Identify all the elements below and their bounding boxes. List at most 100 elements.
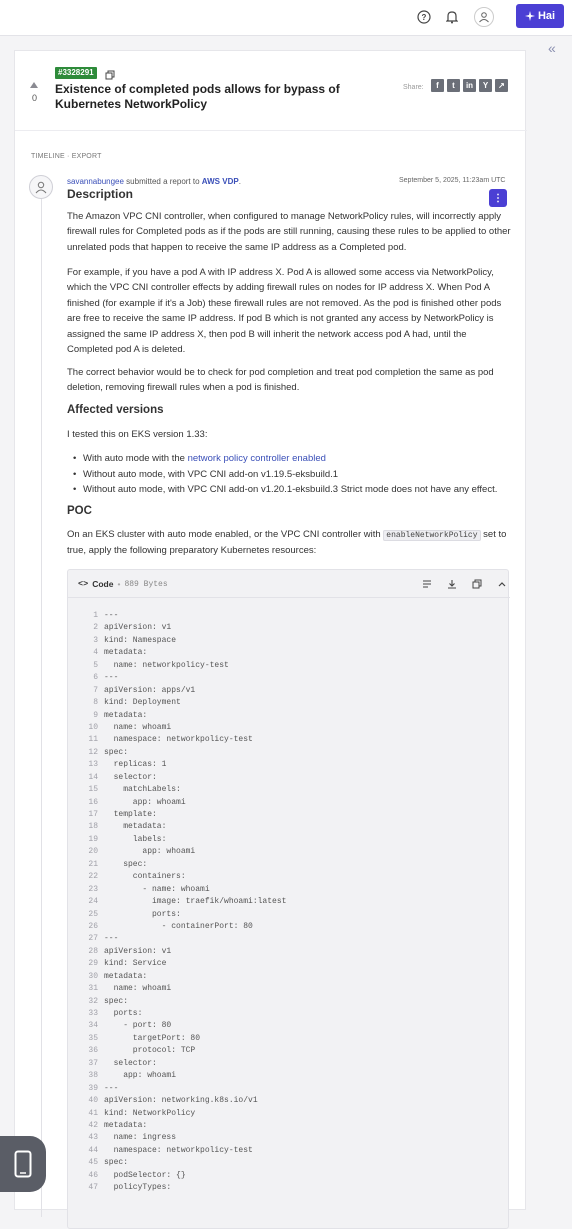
code-line-number: 17 xyxy=(88,810,98,819)
code-line-number: 2 xyxy=(93,623,98,633)
code-line-number: 19 xyxy=(88,834,98,844)
code-line: 2 apiVersion: v1 xyxy=(68,622,510,634)
code-line-text: apiVersion: v1 xyxy=(104,623,172,633)
code-line: 44 namespace: networkpolicy-test xyxy=(68,1145,510,1157)
code-line: 26 - containerPort: 80 xyxy=(68,921,510,933)
code-line-text: name: ingress xyxy=(104,1133,177,1143)
collapse-sidebar-icon[interactable]: « xyxy=(548,40,556,56)
code-line-number: 7 xyxy=(93,685,98,695)
code-line-number: 29 xyxy=(88,959,98,969)
copy-icon[interactable] xyxy=(105,67,115,80)
list-item-text: With auto mode with the xyxy=(83,453,188,464)
author-link[interactable]: savannabungee xyxy=(67,177,124,186)
code-line: 18 metadata: xyxy=(68,821,510,833)
code-line: 37 selector: xyxy=(68,1058,510,1070)
code-label: Code xyxy=(92,579,114,589)
code-line-number: 47 xyxy=(88,1183,98,1193)
code-line-number: 46 xyxy=(88,1170,98,1180)
code-line-number: 21 xyxy=(88,859,98,869)
code-line-text: --- xyxy=(104,934,119,944)
code-line-number: 22 xyxy=(88,872,98,882)
svg-text:?: ? xyxy=(422,13,427,22)
more-options-button[interactable]: ⋮ xyxy=(489,189,507,207)
report-header: 0 #3328291 Existence of completed pods a… xyxy=(15,51,527,131)
code-line-number: 44 xyxy=(88,1145,98,1155)
code-line-text: --- xyxy=(104,673,119,683)
code-line-number: 3 xyxy=(93,635,98,645)
floating-tablet-button[interactable] xyxy=(0,1136,46,1192)
code-line-text: containers: xyxy=(104,872,186,882)
code-line-text: apiVersion: v1 xyxy=(104,946,172,956)
activity-summary: savannabungee submitted a report to AWS … xyxy=(67,177,241,186)
code-line: 41 kind: NetworkPolicy xyxy=(68,1108,510,1120)
collapse-icon[interactable] xyxy=(495,577,509,591)
tablet-icon xyxy=(14,1150,32,1178)
list-item: Without auto mode, with VPC CNI add-on v… xyxy=(73,482,513,498)
code-line-text: metadata: xyxy=(104,710,148,720)
code-line-number: 37 xyxy=(88,1058,98,1068)
code-line-text: - name: whoami xyxy=(104,884,210,894)
code-line: 32 spec: xyxy=(68,996,510,1008)
code-brackets-icon: <> xyxy=(78,579,89,589)
code-line-text: kind: Service xyxy=(104,959,167,969)
code-line-number: 40 xyxy=(88,1096,98,1106)
poc-text: On an EKS cluster with auto mode enabled… xyxy=(67,529,384,540)
code-line-number: 12 xyxy=(88,747,98,757)
code-line-number: 33 xyxy=(88,1009,98,1018)
code-separator: • xyxy=(117,579,121,589)
description-paragraph-3: The correct behavior would be to check f… xyxy=(67,367,494,394)
help-circle-icon[interactable]: ? xyxy=(414,7,434,27)
code-line-number: 39 xyxy=(88,1083,98,1093)
copy-icon[interactable] xyxy=(470,577,484,591)
code-line: 38 app: whoami xyxy=(68,1070,510,1082)
code-line-text: metadata: xyxy=(104,822,167,832)
code-line: 24 image: traefik/whoami:latest xyxy=(68,896,510,908)
code-line-text: template: xyxy=(104,810,157,819)
code-line: 30 metadata: xyxy=(68,971,510,983)
code-line-text: metadata: xyxy=(104,971,148,981)
twitter-share-icon[interactable]: t xyxy=(447,79,460,92)
code-line-text: apiVersion: networking.k8s.io/v1 xyxy=(104,1096,258,1106)
code-line: 31 name: whoami xyxy=(68,983,510,995)
code-line: 19 labels: xyxy=(68,834,510,846)
code-line: 14 selector: xyxy=(68,772,510,784)
upvote-icon[interactable] xyxy=(29,81,39,91)
code-line-text: replicas: 1 xyxy=(104,760,167,770)
wrap-lines-icon[interactable] xyxy=(420,577,434,591)
program-link[interactable]: AWS VDP xyxy=(202,177,239,186)
bell-icon[interactable] xyxy=(442,7,462,27)
ycombinator-share-icon[interactable]: Y xyxy=(479,79,492,92)
code-line: 9 metadata: xyxy=(68,710,510,722)
code-line: 17 template: xyxy=(68,809,510,821)
code-line: 34 - port: 80 xyxy=(68,1020,510,1032)
user-icon xyxy=(35,181,47,194)
code-line: 23 - name: whoami xyxy=(68,884,510,896)
external-share-icon[interactable]: ↗ xyxy=(495,79,508,92)
download-icon[interactable] xyxy=(445,577,459,591)
code-line-text: kind: Deployment xyxy=(104,698,181,708)
hai-button[interactable]: Hai xyxy=(516,4,564,28)
code-line: 43 name: ingress xyxy=(68,1132,510,1144)
code-line-text: namespace: networkpolicy-test xyxy=(104,735,253,745)
network-policy-controller-link[interactable]: network policy controller enabled xyxy=(188,453,326,464)
timeline-export-label[interactable]: TIMELINE · EXPORT xyxy=(31,153,102,160)
code-line: 7 apiVersion: apps/v1 xyxy=(68,685,510,697)
code-line-number: 43 xyxy=(88,1133,98,1143)
report-id-badge: #3328291 xyxy=(55,67,97,79)
code-line-number: 8 xyxy=(93,698,98,708)
avatar[interactable] xyxy=(29,175,53,199)
code-size: 889 Bytes xyxy=(124,579,168,589)
sparkle-icon xyxy=(524,11,535,21)
code-line-text: name: whoami xyxy=(104,984,172,994)
code-line-number: 23 xyxy=(88,884,98,894)
description-paragraph-2: For example, if you have a pod A with IP… xyxy=(67,267,502,356)
facebook-share-icon[interactable]: f xyxy=(431,79,444,92)
code-line-number: 25 xyxy=(88,909,98,919)
code-line: 47 policyTypes: xyxy=(68,1182,510,1194)
code-line: 16 app: whoami xyxy=(68,797,510,809)
code-line: 6 --- xyxy=(68,672,510,684)
code-line-number: 15 xyxy=(88,785,98,795)
linkedin-share-icon[interactable]: in xyxy=(463,79,476,92)
user-avatar-icon[interactable] xyxy=(474,7,494,27)
code-line: 10 name: whoami xyxy=(68,722,510,734)
